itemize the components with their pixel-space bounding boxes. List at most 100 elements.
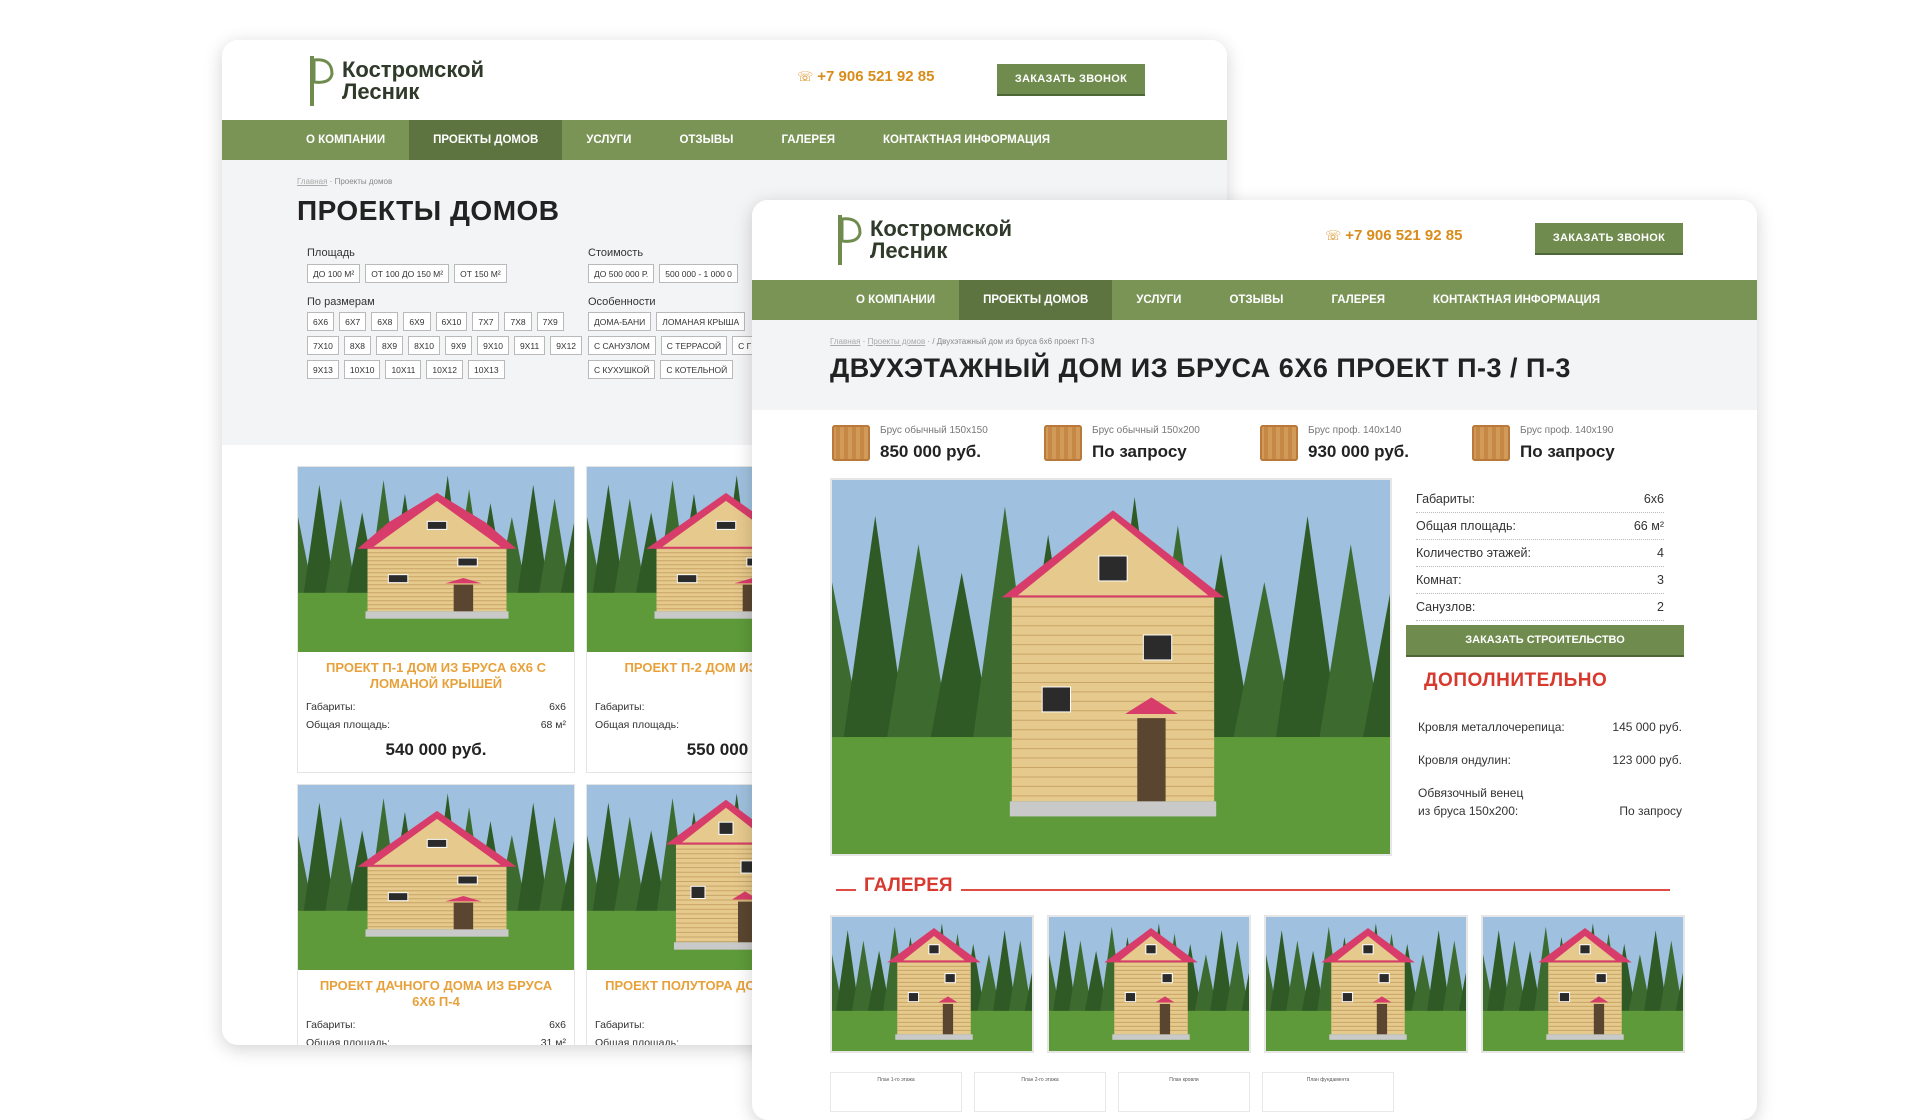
nav-item-gallery[interactable]: ГАЛЕРЕЯ (757, 120, 859, 160)
spec-value: 2 (1657, 600, 1664, 614)
gallery-thumb[interactable] (1047, 915, 1251, 1053)
filter-chip-feature[interactable]: ЛОМАНАЯ КРЫША (656, 312, 746, 331)
filter-chip-size[interactable]: 7Х7 (472, 312, 500, 331)
card-title[interactable]: ПРОЕКТ П-1 ДОМ ИЗ БРУСА 6Х6 С ЛОМАНОЙ КР… (298, 652, 574, 698)
logo-text: Костромской Лесник (342, 59, 484, 103)
logo[interactable]: Костромской Лесник (832, 213, 1012, 267)
filter-chip-feature[interactable]: С САНУЗЛОМ (588, 336, 656, 355)
gallery-thumb[interactable] (1264, 915, 1468, 1053)
filter-chip-feature[interactable]: С КУХУШКОЙ (588, 360, 656, 379)
gallery-line-right (956, 889, 1670, 891)
phone[interactable]: ☏ +7 906 521 92 85 (1325, 227, 1462, 244)
filter-chip-size[interactable]: 6Х9 (403, 312, 431, 331)
spec-label: Количество этажей: (1416, 546, 1532, 560)
extra-row: Кровля ондулин: 123 000 руб. (1418, 751, 1682, 769)
nav-item-contacts[interactable]: КОНТАКТНАЯ ИНФОРМАЦИЯ (859, 120, 1074, 160)
filter-chip-size[interactable]: 9Х12 (550, 336, 583, 355)
nav-item-company[interactable]: О КОМПАНИИ (832, 280, 959, 320)
filter-chip-feature[interactable]: ДОМА-БАНИ (588, 312, 652, 331)
filter-chip-size[interactable]: 7Х9 (536, 312, 564, 331)
gallery-thumb[interactable] (830, 915, 1034, 1053)
order-construction-button[interactable]: ЗАКАЗАТЬ СТРОИТЕЛЬСТВО (1406, 625, 1684, 655)
spec-label: Габариты: (1416, 492, 1475, 506)
project-card[interactable]: ПРОЕКТ ДАЧНОГО ДОМА ИЗ БРУСА 6Х6 П-4 Габ… (297, 784, 575, 1045)
filter-chip-cost[interactable]: 500 000 - 1 000 0 (659, 264, 738, 283)
floorplan-thumb[interactable]: План фундамента (1262, 1072, 1394, 1112)
house-illustration (832, 917, 1032, 1051)
nav-item-projects[interactable]: ПРОЕКТЫ ДОМОВ (409, 120, 563, 160)
filter-chip-cost[interactable]: ДО 500 000 Р. (588, 264, 655, 283)
phone-icon: ☏ (797, 69, 814, 84)
axe-logo-icon (838, 215, 862, 265)
filter-chip-size[interactable]: 8Х8 (343, 336, 371, 355)
price-label: Брус проф. 140х140 (1308, 425, 1402, 436)
breadcrumb-home[interactable]: Главная (297, 177, 327, 186)
card-title[interactable]: ПРОЕКТ ДАЧНОГО ДОМА ИЗ БРУСА 6Х6 П-4 (298, 970, 574, 1016)
header: Костромской Лесник ☏ +7 906 521 92 85 ЗАК… (222, 40, 1227, 120)
area-label: Общая площадь: (306, 1037, 391, 1045)
floorplan-thumb[interactable]: План кровли (1118, 1072, 1250, 1112)
filter-chip-size[interactable]: 9Х10 (477, 336, 509, 355)
filter-chip-feature[interactable]: С КОТЕЛЬНОЙ (660, 360, 734, 379)
nav-item-projects[interactable]: ПРОЕКТЫ ДОМОВ (959, 280, 1113, 320)
phone[interactable]: ☏ +7 906 521 92 85 (797, 68, 934, 85)
nav-item-services[interactable]: УСЛУГИ (1112, 280, 1205, 320)
filter-chip-area[interactable]: ОТ 150 М² (454, 264, 507, 283)
filter-chip-feature[interactable]: С ТЕРРАСОЙ (660, 336, 728, 355)
filter-feat-label: Особенности (588, 296, 656, 308)
call-button[interactable]: ЗАКАЗАТЬ ЗВОНОК (997, 64, 1145, 94)
filter-chip-size[interactable]: 9Х11 (513, 336, 546, 355)
filter-chip-size[interactable]: 8Х9 (375, 336, 404, 355)
breadcrumb-home[interactable]: Главная (830, 337, 860, 346)
area-value: 31 м² (540, 1037, 566, 1045)
brand-line2: Лесник (870, 238, 948, 263)
house-illustration (1266, 917, 1466, 1051)
filter-chip-size[interactable]: 10Х13 (468, 360, 505, 379)
floorplan-thumb[interactable]: План 1-го этажа (830, 1072, 962, 1112)
extra-row: Обвязочный венец из бруса 150х200: По зап… (1418, 784, 1682, 820)
filter-chip-size[interactable]: 7Х8 (504, 312, 532, 331)
nav-item-gallery[interactable]: ГАЛЕРЕЯ (1307, 280, 1409, 320)
dims-value: 6х6 (549, 1019, 566, 1031)
filter-chip-size[interactable]: 7Х10 (307, 336, 339, 355)
page-title: ПРОЕКТЫ ДОМОВ (297, 195, 560, 226)
filter-chip-size[interactable]: 10Х11 (385, 360, 422, 379)
breadcrumb-projects[interactable]: Проекты домов (868, 337, 926, 346)
filter-chip-size[interactable]: 6Х7 (339, 312, 367, 331)
main-house-photo[interactable] (830, 478, 1392, 856)
page-title: ДВУХЭТАЖНЫЙ ДОМ ИЗ БРУСА 6Х6 ПРОЕКТ П-3 … (830, 353, 1571, 383)
logo[interactable]: Костромской Лесник (304, 54, 484, 108)
filter-chip-area[interactable]: ДО 100 М² (307, 264, 361, 283)
nav-item-reviews[interactable]: ОТЗЫВЫ (655, 120, 757, 160)
filter-chip-size[interactable]: 6Х6 (307, 312, 335, 331)
filter-chip-size[interactable]: 9Х9 (444, 336, 473, 355)
timber-icon (1472, 425, 1510, 461)
filter-chip-area[interactable]: ОТ 100 ДО 150 М² (365, 264, 450, 283)
filter-chip-size[interactable]: 10Х12 (426, 360, 463, 379)
header: Костромской Лесник ☏ +7 906 521 92 85 ЗАК… (752, 200, 1757, 280)
extra-value: 145 000 руб. (1612, 720, 1682, 734)
project-card[interactable]: ПРОЕКТ П-1 ДОМ ИЗ БРУСА 6Х6 С ЛОМАНОЙ КР… (297, 466, 575, 773)
price-label: Брус проф. 140х190 (1520, 425, 1614, 436)
nav-item-contacts[interactable]: КОНТАКТНАЯ ИНФОРМАЦИЯ (1409, 280, 1624, 320)
nav-item-reviews[interactable]: ОТЗЫВЫ (1205, 280, 1307, 320)
spec-value: 6х6 (1643, 492, 1664, 506)
filter-chip-size[interactable]: 8Х10 (408, 336, 440, 355)
call-button[interactable]: ЗАКАЗАТЬ ЗВОНОК (1535, 223, 1683, 253)
spec-label: Комнат: (1416, 573, 1462, 587)
gallery-line-left (836, 889, 856, 891)
extra-label-line2: из бруса 150х200: (1418, 804, 1519, 818)
nav-item-services[interactable]: УСЛУГИ (562, 120, 655, 160)
spec-row: Общая площадь: 66 м² (1416, 513, 1664, 540)
price-value: По запросу (1520, 442, 1615, 461)
brand-line2: Лесник (342, 79, 420, 104)
filter-chip-size[interactable]: 10Х10 (343, 360, 381, 379)
filter-chip-size[interactable]: 6Х8 (371, 312, 399, 331)
gallery-thumb[interactable] (1481, 915, 1685, 1053)
price-value: 930 000 руб. (1308, 442, 1410, 461)
filter-chip-size[interactable]: 6Х10 (435, 312, 468, 331)
floorplan-thumb[interactable]: План 2-го этажа (974, 1072, 1106, 1112)
nav-item-company[interactable]: О КОМПАНИИ (282, 120, 409, 160)
filter-chip-size[interactable]: 9Х13 (307, 360, 339, 379)
phone-number: +7 906 521 92 85 (817, 68, 935, 85)
